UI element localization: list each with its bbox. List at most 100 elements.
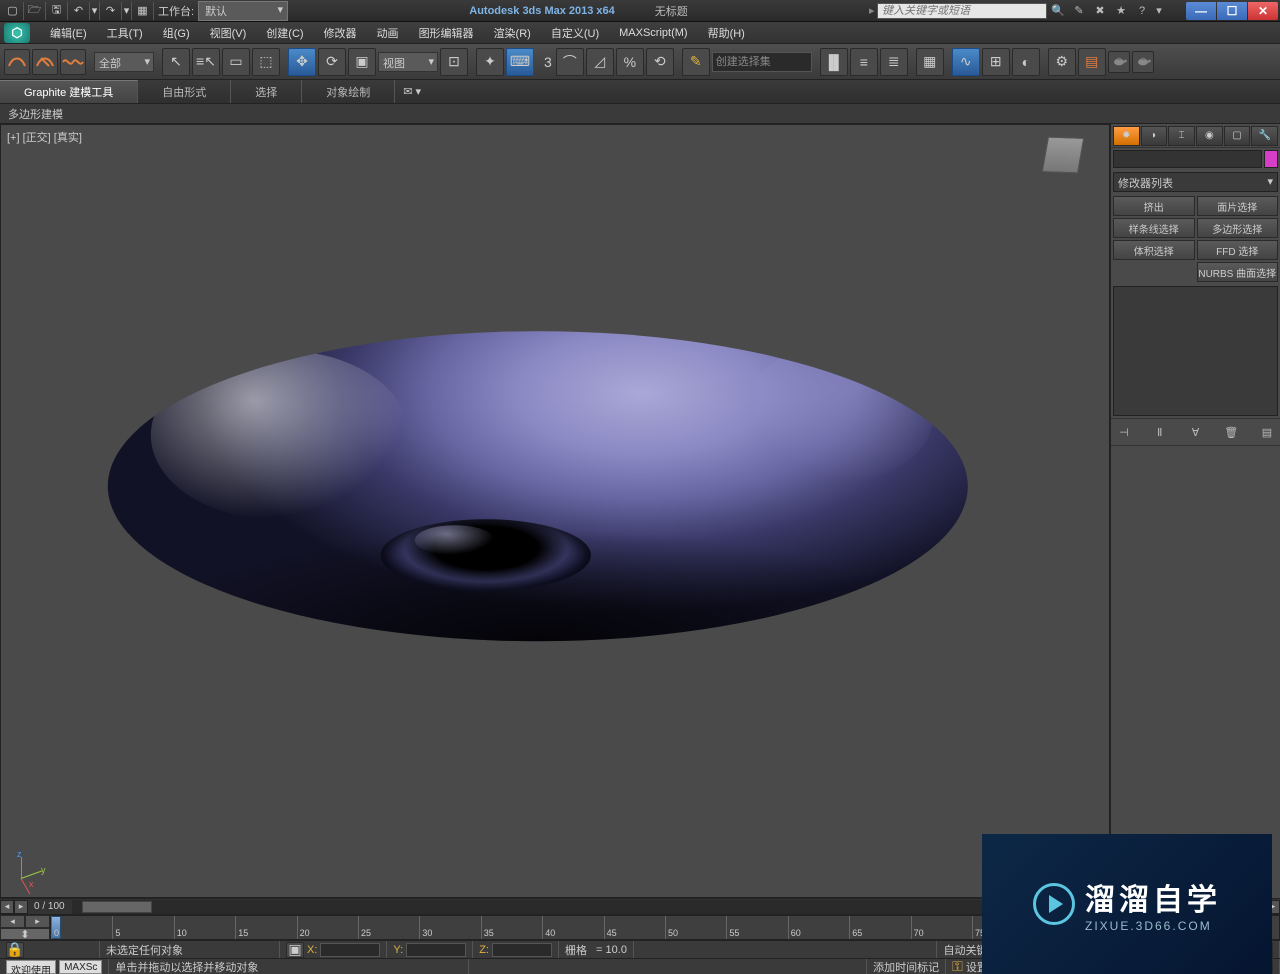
- timeline-prev-icon[interactable]: ◂: [0, 915, 25, 928]
- angle-snap-icon[interactable]: ◿: [586, 48, 614, 76]
- coord-x-input[interactable]: [320, 943, 380, 957]
- scene-object-ufo[interactable]: [108, 331, 968, 641]
- render-iterative-icon[interactable]: [1132, 51, 1154, 73]
- timeline-next-icon[interactable]: ▸: [25, 915, 50, 928]
- display-panel-tab[interactable]: ▢: [1224, 126, 1251, 146]
- community-icon[interactable]: ✎: [1070, 3, 1088, 19]
- welcome-button[interactable]: 欢迎使用: [6, 960, 56, 974]
- menu-create[interactable]: 创建(C): [256, 23, 313, 43]
- select-object-icon[interactable]: ↖: [162, 48, 190, 76]
- modifier-list-dropdown[interactable]: 修改器列表: [1113, 172, 1278, 192]
- save-file-icon[interactable]: 🖫: [46, 2, 68, 20]
- modifier-poly-select-button[interactable]: 多边形选择: [1197, 218, 1279, 238]
- select-scale-icon[interactable]: ▣: [348, 48, 376, 76]
- layers-icon[interactable]: ≣: [880, 48, 908, 76]
- coord-y-input[interactable]: [406, 943, 466, 957]
- open-file-icon[interactable]: 🗁: [24, 2, 46, 20]
- modifier-ffd-select-button[interactable]: FFD 选择: [1197, 240, 1279, 260]
- schematic-view-icon[interactable]: ⊞: [982, 48, 1010, 76]
- graphite-toggle-icon[interactable]: ▦: [916, 48, 944, 76]
- search-icon[interactable]: 🔍: [1049, 3, 1067, 19]
- scroll-thumb[interactable]: [82, 901, 152, 913]
- ribbon-tab-paint[interactable]: 对象绘制: [302, 80, 395, 103]
- select-by-name-icon[interactable]: ≡↖: [192, 48, 220, 76]
- viewport[interactable]: [+] [正交] [真实] z y x: [0, 124, 1110, 898]
- viewcube[interactable]: [1045, 137, 1089, 181]
- menu-graph-editors[interactable]: 图形编辑器: [409, 23, 484, 43]
- snap-toggle-icon[interactable]: ⌒: [556, 48, 584, 76]
- percent-snap-icon[interactable]: %: [616, 48, 644, 76]
- object-color-swatch[interactable]: [1264, 150, 1278, 168]
- motion-panel-tab[interactable]: ◉: [1196, 126, 1223, 146]
- undo-drop-icon[interactable]: ▾: [90, 2, 100, 20]
- menu-animation[interactable]: 动画: [367, 23, 409, 43]
- utilities-panel-tab[interactable]: 🔧: [1251, 126, 1278, 146]
- configure-sets-icon[interactable]: ▤: [1258, 423, 1276, 441]
- redo-icon[interactable]: ↷: [100, 2, 122, 20]
- render-setup-icon[interactable]: ⚙: [1048, 48, 1076, 76]
- make-unique-icon[interactable]: ∀: [1187, 423, 1205, 441]
- modifier-rollout-area[interactable]: [1111, 445, 1280, 898]
- window-minimize-button[interactable]: —: [1186, 2, 1216, 20]
- use-center-icon[interactable]: ⊡: [440, 48, 468, 76]
- hierarchy-panel-tab[interactable]: ⌶: [1168, 126, 1195, 146]
- selection-filter-dropdown[interactable]: 全部: [94, 52, 154, 72]
- lock-selection-icon[interactable]: 🔒: [6, 942, 24, 958]
- align-icon[interactable]: ≡: [850, 48, 878, 76]
- modifier-patch-select-button[interactable]: 面片选择: [1197, 196, 1279, 216]
- menu-edit[interactable]: 编辑(E): [40, 23, 97, 43]
- named-selection-input[interactable]: 创建选择集: [712, 52, 812, 72]
- unlink-icon[interactable]: [32, 49, 58, 75]
- project-icon[interactable]: ▦: [132, 2, 154, 20]
- spinner-snap-icon[interactable]: ⟲: [646, 48, 674, 76]
- create-panel-tab[interactable]: ✹: [1113, 126, 1140, 146]
- ribbon-tab-freeform[interactable]: 自由形式: [138, 80, 231, 103]
- keyboard-shortcut-icon[interactable]: ⌨: [506, 48, 534, 76]
- menu-maxscript[interactable]: MAXScript(M): [609, 25, 697, 41]
- window-maximize-button[interactable]: ☐: [1217, 2, 1247, 20]
- new-file-icon[interactable]: ▢: [2, 2, 24, 20]
- timeline-mini-track[interactable]: ⬍: [0, 928, 50, 940]
- select-manipulate-icon[interactable]: ✦: [476, 48, 504, 76]
- menu-help[interactable]: 帮助(H): [698, 23, 755, 43]
- workspace-selector[interactable]: 默认: [198, 1, 288, 21]
- material-editor-icon[interactable]: ◐: [1012, 48, 1040, 76]
- favorite-icon[interactable]: ★: [1112, 3, 1130, 19]
- show-end-result-icon[interactable]: Ⅱ: [1151, 423, 1169, 441]
- isolate-icon[interactable]: ▣: [286, 942, 304, 958]
- help-drop-icon[interactable]: ▾: [1154, 3, 1164, 19]
- ribbon-sub-panel[interactable]: 多边形建模: [0, 104, 1280, 124]
- reference-coord-dropdown[interactable]: 视图: [378, 52, 438, 72]
- add-time-tag-button[interactable]: 添加时间标记: [867, 959, 946, 974]
- ribbon-expand-icon[interactable]: ✉ ▾: [395, 80, 429, 103]
- undo-icon[interactable]: ↶: [68, 2, 90, 20]
- scroll-right-icon[interactable]: ▸: [14, 900, 28, 914]
- rectangle-region-icon[interactable]: ▭: [222, 48, 250, 76]
- menu-rendering[interactable]: 渲染(R): [484, 23, 541, 43]
- window-close-button[interactable]: ✕: [1248, 2, 1278, 20]
- ribbon-tab-graphite[interactable]: Graphite 建模工具: [0, 80, 138, 103]
- maxscript-button[interactable]: MAXSc: [59, 960, 102, 974]
- scroll-left-icon[interactable]: ◂: [0, 900, 14, 914]
- pin-stack-icon[interactable]: ⊣: [1115, 423, 1133, 441]
- viewport-label[interactable]: [+] [正交] [真实]: [7, 129, 82, 145]
- select-rotate-icon[interactable]: ⟳: [318, 48, 346, 76]
- menu-tools[interactable]: 工具(T): [97, 23, 153, 43]
- object-name-field[interactable]: [1113, 150, 1262, 168]
- render-production-icon[interactable]: [1108, 51, 1130, 73]
- mirror-icon[interactable]: ▐▌: [820, 48, 848, 76]
- menu-group[interactable]: 组(G): [153, 23, 200, 43]
- app-menu-button[interactable]: ⬡: [4, 23, 30, 43]
- modifier-extrude-button[interactable]: 挤出: [1113, 196, 1195, 216]
- modify-panel-tab[interactable]: ◗: [1141, 126, 1168, 146]
- exchange-icon[interactable]: ✖: [1091, 3, 1109, 19]
- curve-editor-icon[interactable]: ∿: [952, 48, 980, 76]
- select-move-icon[interactable]: ✥: [288, 48, 316, 76]
- coord-z-input[interactable]: [492, 943, 552, 957]
- select-link-icon[interactable]: [4, 49, 30, 75]
- modifier-nurbs-select-button[interactable]: NURBS 曲面选择: [1197, 262, 1279, 282]
- menu-modifiers[interactable]: 修改器: [314, 23, 367, 43]
- remove-modifier-icon[interactable]: 🗑: [1222, 423, 1240, 441]
- modifier-vol-select-button[interactable]: 体积选择: [1113, 240, 1195, 260]
- rendered-frame-icon[interactable]: ▤: [1078, 48, 1106, 76]
